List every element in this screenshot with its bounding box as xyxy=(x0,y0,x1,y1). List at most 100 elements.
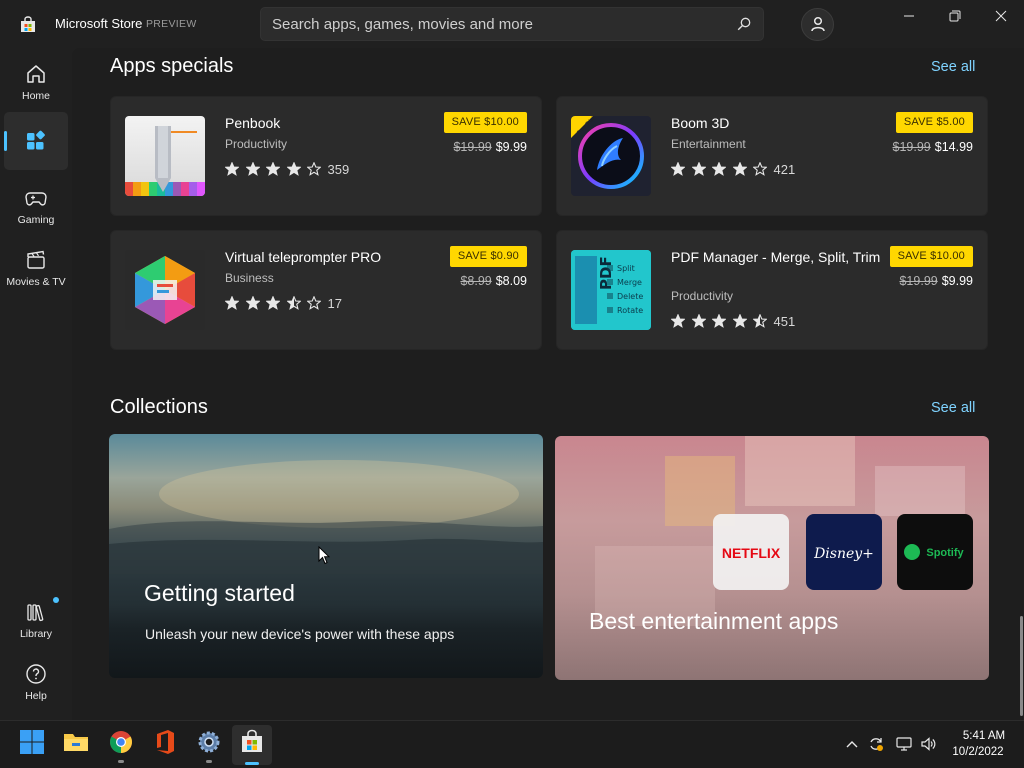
app-name: Penbook xyxy=(225,115,281,131)
store-logo-icon xyxy=(21,16,35,32)
original-price: $19.99 xyxy=(892,140,931,154)
collection-title: Best entertainment apps xyxy=(589,608,839,634)
pdf-feature-split: Split xyxy=(617,264,635,273)
star-rating: 421 xyxy=(671,161,795,177)
star-filled-icon xyxy=(671,314,685,328)
collection-subtitle: Unleash your new device's power with the… xyxy=(145,626,455,642)
taskbar-office[interactable] xyxy=(152,729,182,759)
sale-badge: SAVE $0.90 xyxy=(449,246,527,267)
clock-date[interactable]: 10/2/2022 xyxy=(948,746,1008,758)
star-filled-icon xyxy=(286,162,301,176)
see-all-link[interactable]: See all xyxy=(931,400,975,416)
sync-icon[interactable] xyxy=(868,736,884,752)
mouse-cursor-icon xyxy=(318,546,330,565)
collection-best-entertainment[interactable]: NETFLIX Disney+ Spotify Best entertainme… xyxy=(555,436,989,680)
boom-3d-logo-icon: Free Trial xyxy=(571,116,644,189)
app-thumbnail xyxy=(125,116,205,196)
store-icon xyxy=(242,729,262,752)
pdf-feature-rotate: Rotate xyxy=(617,306,643,315)
gamepad-icon xyxy=(25,192,47,206)
sidebar-item-movies-tv[interactable]: Movies & TV xyxy=(4,238,68,296)
search-input[interactable]: Search apps, games, movies and more xyxy=(272,16,533,33)
sidebar-item-label: Movies & TV xyxy=(6,276,66,288)
taskbar-settings[interactable] xyxy=(196,729,226,759)
penbook-logo-icon xyxy=(125,126,205,196)
sidebar-item-label: Library xyxy=(19,628,53,640)
price-block: $19.99 $14.99 xyxy=(893,140,973,154)
scrollbar-thumb[interactable] xyxy=(1020,616,1023,716)
chevron-up-icon[interactable] xyxy=(844,736,860,752)
app-title: Microsoft Store xyxy=(55,16,143,31)
sidebar-item-gaming[interactable]: Gaming xyxy=(4,176,68,234)
original-price: $19.99 xyxy=(453,140,492,154)
volume-icon[interactable] xyxy=(920,736,936,752)
star-filled-icon xyxy=(732,162,747,176)
sale-price: $14.99 xyxy=(934,140,973,154)
app-card-pdf-manager[interactable]: PDF Split Merge Delete Rotate PDF Manage… xyxy=(556,230,988,350)
main-content: Apps specials See all Penbook Productivi… xyxy=(72,48,1024,720)
taskbar-microsoft-store[interactable] xyxy=(239,729,269,759)
price-block: $19.99 $9.99 xyxy=(453,140,527,154)
minimize-button[interactable] xyxy=(886,0,932,32)
clapperboard-icon xyxy=(27,250,45,269)
help-icon xyxy=(26,664,46,684)
app-thumbnail xyxy=(125,250,205,330)
sidebar-item-help[interactable]: Help xyxy=(4,652,68,710)
app-card-virtual-teleprompter[interactable]: Virtual teleprompter PRO Business 17 SAV… xyxy=(110,230,542,350)
star-filled-icon xyxy=(245,162,260,176)
app-thumbnail: PDF Split Merge Delete Rotate xyxy=(571,250,651,330)
star-empty-icon xyxy=(307,296,321,310)
star-half-icon xyxy=(286,296,301,310)
close-button[interactable] xyxy=(978,0,1024,32)
settings-gear-icon xyxy=(198,731,220,753)
sidebar-item-label: Home xyxy=(21,90,50,102)
section-title-collections: Collections xyxy=(110,396,208,418)
app-name: PDF Manager - Merge, Split, Trim xyxy=(671,249,881,265)
rating-count: 421 xyxy=(773,161,796,177)
star-filled-icon xyxy=(245,296,260,310)
person-icon xyxy=(811,16,825,32)
network-icon[interactable] xyxy=(896,736,912,752)
app-card-penbook[interactable]: Penbook Productivity 359 SAVE $10.00 $19… xyxy=(110,96,542,216)
sidebar-item-apps[interactable] xyxy=(4,112,68,170)
star-half-icon xyxy=(753,314,767,328)
rating-count: 17 xyxy=(327,295,342,311)
section-title-apps-specials: Apps specials xyxy=(110,55,234,77)
clock-time[interactable]: 5:41 AM xyxy=(956,730,1012,742)
see-all-link[interactable]: See all xyxy=(931,59,975,75)
sale-badge: SAVE $10.00 xyxy=(889,246,973,267)
search-box[interactable]: Search apps, games, movies and more xyxy=(260,7,764,41)
taskbar-file-explorer[interactable] xyxy=(62,729,92,759)
spotify-logo: Spotify xyxy=(926,547,964,559)
app-category: Productivity xyxy=(225,137,288,151)
star-empty-icon xyxy=(307,162,321,176)
restore-icon xyxy=(949,10,961,22)
sale-badge: SAVE $5.00 xyxy=(895,112,973,133)
start-button[interactable] xyxy=(19,729,49,759)
star-filled-icon xyxy=(691,162,706,176)
active-indicator xyxy=(4,131,7,151)
sale-badge: SAVE $10.00 xyxy=(443,112,527,133)
star-rating: 17 xyxy=(225,295,342,311)
sidebar-item-library[interactable]: Library xyxy=(4,590,68,648)
maximize-button[interactable] xyxy=(932,0,978,32)
original-price: $8.99 xyxy=(460,274,492,288)
price-block: $8.99 $8.09 xyxy=(460,274,527,288)
app-category: Entertainment xyxy=(671,137,746,151)
star-rating: 359 xyxy=(225,161,349,177)
sidebar-item-home[interactable]: Home xyxy=(4,52,68,110)
app-card-boom-3d[interactable]: Free Trial Boom 3D Entertainment 421 SAV… xyxy=(556,96,988,216)
library-icon xyxy=(27,604,44,622)
star-empty-icon xyxy=(753,162,767,176)
taskbar-chrome[interactable] xyxy=(108,729,138,759)
running-indicator xyxy=(206,760,212,763)
pdf-feature-delete: Delete xyxy=(617,292,643,301)
disney-plus-logo: Disney+ xyxy=(813,546,874,562)
account-button[interactable] xyxy=(801,8,834,41)
rating-count: 359 xyxy=(327,161,350,177)
star-filled-icon xyxy=(266,296,280,310)
search-icon[interactable] xyxy=(737,17,751,31)
apps-icon xyxy=(27,130,45,150)
chrome-icon xyxy=(110,731,132,753)
sale-price: $9.99 xyxy=(495,140,527,154)
